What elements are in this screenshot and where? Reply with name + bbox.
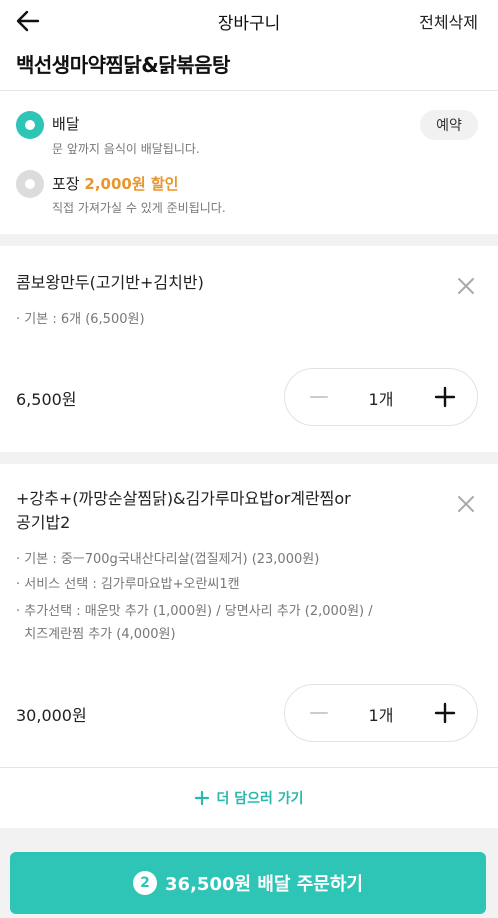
pickup-label-text: 포장	[52, 175, 80, 193]
order-button[interactable]: 2 36,500원 배달 주문하기	[10, 852, 486, 914]
item-option: 치즈계란찜 추가 (4,000원)	[16, 627, 176, 642]
pickup-discount: 2,000원 할인	[84, 175, 179, 193]
clear-all-button[interactable]: 전체삭제	[419, 9, 478, 33]
section-gap	[0, 452, 498, 464]
item-option: · 기본 : 중ㅡ700g국내산다리살(껍질제거) (23,000원)	[16, 552, 320, 567]
item-option: · 추가선택 : 매운맛 추가 (1,000원) / 당면사리 추가 (2,00…	[16, 604, 373, 619]
close-icon	[458, 496, 474, 512]
item-price: 30,000원	[16, 706, 87, 725]
add-more-button[interactable]: 더 담으러 가기	[0, 768, 498, 828]
item-price: 6,500원	[16, 390, 77, 409]
pickup-description: 직접 가져가실 수 있게 준비됩니다.	[52, 201, 226, 215]
remove-item-button[interactable]	[454, 274, 478, 298]
top-bar: 장바구니 전체삭제	[0, 0, 498, 44]
item-count-badge: 2	[133, 871, 158, 895]
quantity-stepper: 1개	[284, 684, 478, 742]
section-gap	[0, 234, 498, 246]
quantity-stepper: 1개	[284, 368, 478, 426]
close-icon	[458, 278, 474, 294]
store-name: 백선생마약찜닭&닭볶음탕	[16, 53, 230, 77]
delivery-radio[interactable]	[16, 111, 44, 139]
order-button-label: 36,500원 배달 주문하기	[165, 874, 363, 895]
cart-item: 콤보왕만두(고기반+김치반) · 기본 : 6개 (6,500원) 6,500원…	[0, 246, 498, 452]
increase-button[interactable]	[431, 383, 459, 411]
delivery-description: 문 앞까지 음식이 배달됩니다.	[52, 142, 200, 156]
pickup-label[interactable]: 포장 2,000원 할인	[52, 173, 178, 194]
remove-item-button[interactable]	[454, 492, 478, 516]
plus-icon	[434, 386, 456, 408]
pickup-radio[interactable]	[16, 170, 44, 198]
item-name-line: 공기밥2	[16, 513, 71, 532]
reserve-button[interactable]: 예약	[420, 110, 478, 140]
plus-icon	[434, 702, 456, 724]
item-name: 콤보왕만두(고기반+김치반)	[16, 273, 204, 292]
plus-icon	[195, 790, 210, 806]
item-option: · 기본 : 6개 (6,500원)	[16, 312, 145, 327]
add-more-label: 더 담으러 가기	[216, 791, 304, 807]
item-name-line: +강추+(까망순살찜닭)&김가루마요밥or계란찜or	[16, 489, 351, 508]
delivery-label[interactable]: 배달	[52, 113, 80, 134]
item-option: · 서비스 선택 : 김가루마요밥+오란씨1캔	[16, 577, 240, 592]
cart-item: +강추+(까망순살찜닭)&김가루마요밥or계란찜or 공기밥2 · 기본 : 중…	[0, 464, 498, 768]
divider	[0, 90, 498, 91]
increase-button[interactable]	[431, 699, 459, 727]
